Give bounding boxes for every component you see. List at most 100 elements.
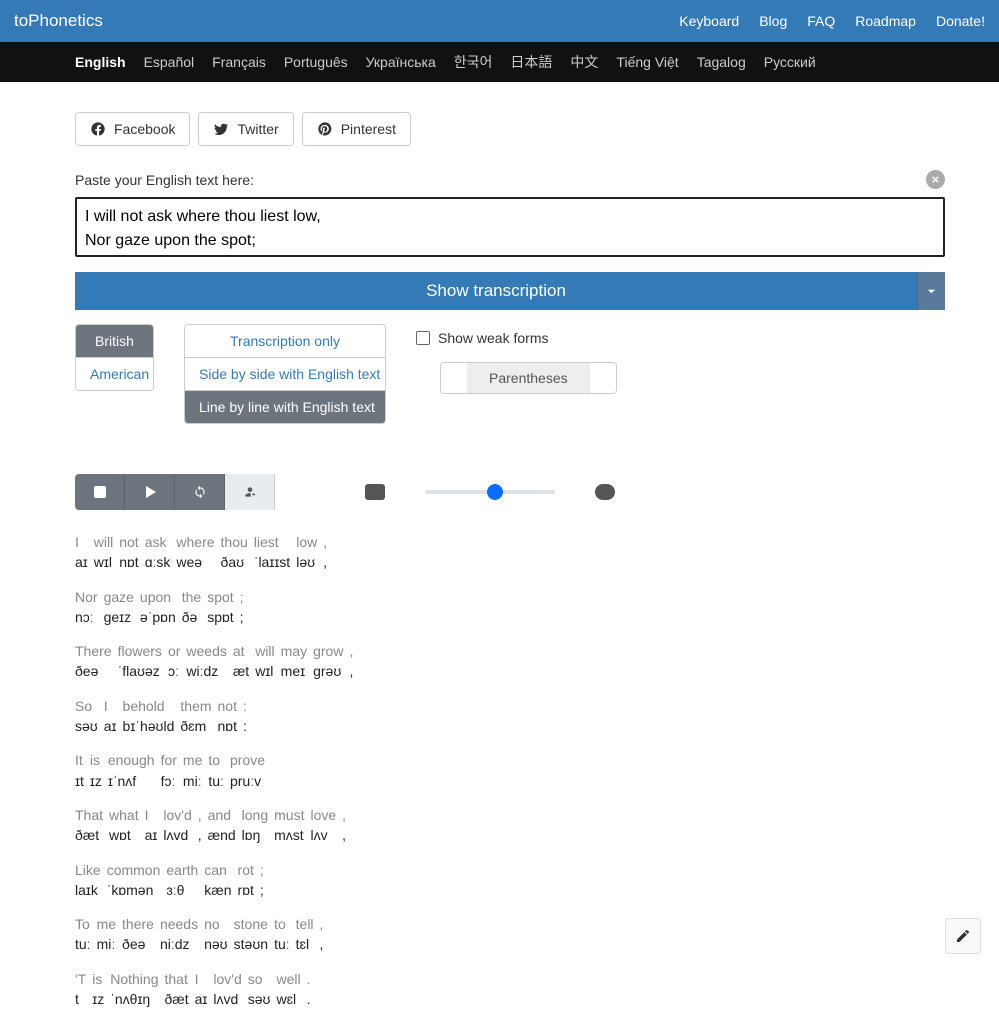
word-pair[interactable]: lovelʌv [310, 805, 336, 846]
word-pair[interactable]: memiː [183, 750, 202, 791]
word-pair[interactable]: totuː [274, 914, 290, 955]
word-pair[interactable]: ,, [198, 805, 202, 846]
word-pair[interactable]: notnɒt [218, 696, 237, 737]
slider-thumb[interactable] [487, 484, 503, 500]
word-pair[interactable]: provepruːv [230, 750, 265, 791]
layout-option[interactable]: Line by line with English text [185, 391, 385, 423]
share-twitter-button[interactable]: Twitter [198, 112, 293, 146]
stop-button[interactable] [75, 474, 125, 510]
word-pair[interactable]: lowləʊ [296, 532, 317, 573]
brand-logo[interactable]: toPhonetics [14, 11, 103, 31]
word-pair[interactable]: growɡrəʊ [313, 641, 343, 682]
word-pair[interactable]: willwɪl [94, 532, 113, 573]
lang-link[interactable]: Français [212, 54, 266, 70]
parentheses-group[interactable]: Parentheses [440, 362, 617, 394]
word-pair[interactable]: stonestəʊn [234, 914, 268, 955]
word-pair[interactable]: isɪz [90, 750, 102, 791]
lang-link[interactable]: Português [284, 54, 348, 70]
word-pair[interactable]: isɪz [92, 969, 104, 1010]
lang-link[interactable]: Tagalog [697, 54, 746, 70]
lang-link[interactable]: English [75, 54, 126, 70]
word-pair[interactable]: Thereðeə [75, 641, 112, 682]
lang-link[interactable]: Español [144, 54, 195, 70]
word-pair[interactable]: weedswiːdz [186, 641, 226, 682]
word-pair[interactable]: notnɒt [119, 532, 138, 573]
show-transcription-dropdown[interactable] [917, 272, 945, 310]
show-transcription-button[interactable]: Show transcription [75, 272, 917, 310]
layout-option[interactable]: Transcription only [185, 325, 385, 358]
word-pair[interactable]: whereweə [176, 532, 214, 573]
word-pair[interactable]: lov'dlʌvd [163, 805, 191, 846]
word-pair[interactable]: Nothingˈnʌθɪŋ [110, 969, 158, 1010]
word-pair[interactable]: Iaɪ [145, 805, 158, 846]
top-link-blog[interactable]: Blog [759, 13, 787, 29]
word-pair[interactable]: Likelaɪk [75, 860, 101, 901]
word-pair[interactable]: Iaɪ [195, 969, 208, 1010]
word-pair[interactable]: Itɪt [75, 750, 84, 791]
voice-extra-button[interactable] [275, 474, 325, 510]
word-pair[interactable]: thouðaʊ [221, 532, 248, 573]
word-pair[interactable]: uponəˈpɒn [140, 587, 176, 628]
word-pair[interactable]: sosəʊ [248, 969, 271, 1010]
word-pair[interactable]: lov'dlʌvd [213, 969, 241, 1010]
word-pair[interactable]: longlɒŋ [242, 805, 268, 846]
word-pair[interactable]: rotrɒt [238, 860, 254, 901]
lang-link[interactable]: Tiếng Việt [616, 54, 678, 70]
word-pair[interactable]: 'Tt [75, 969, 86, 1010]
word-pair[interactable]: forfɔː [161, 750, 177, 791]
word-pair[interactable]: Totuː [75, 914, 91, 955]
top-link-roadmap[interactable]: Roadmap [855, 13, 916, 29]
weak-forms-toggle[interactable]: Show weak forms [416, 330, 617, 346]
voice-button[interactable] [225, 474, 275, 510]
word-pair[interactable]: totuː [208, 750, 224, 791]
word-pair[interactable]: telltɛl [296, 914, 314, 955]
word-pair[interactable]: needsniːdz [160, 914, 198, 955]
top-link-donate[interactable]: Donate! [936, 13, 985, 29]
top-link-keyboard[interactable]: Keyboard [679, 13, 739, 29]
word-pair[interactable]: thereðeə [122, 914, 154, 955]
lang-link[interactable]: 한국어 [454, 52, 493, 72]
word-pair[interactable]: atæt [233, 641, 249, 682]
word-pair[interactable]: Thatðæt [75, 805, 103, 846]
word-pair[interactable]: enoughɪˈnʌf [108, 750, 155, 791]
word-pair[interactable]: Iaɪ [104, 696, 117, 737]
word-pair[interactable]: gazeɡeɪz [104, 587, 134, 628]
word-pair[interactable]: mustmʌst [274, 805, 304, 846]
play-button[interactable] [125, 474, 175, 510]
word-pair[interactable]: wellwɛl [277, 969, 301, 1010]
word-pair[interactable]: spotspɒt [207, 587, 233, 628]
word-pair[interactable]: memiː [97, 914, 116, 955]
lang-link[interactable]: 日本語 [510, 52, 552, 72]
word-pair[interactable]: andænd [208, 805, 236, 846]
word-pair[interactable]: themðɛm [180, 696, 211, 737]
word-pair[interactable]: liestˈlaɪɪst [254, 532, 290, 573]
word-pair[interactable]: cankæn [204, 860, 231, 901]
dialect-british[interactable]: British [76, 325, 153, 358]
word-pair[interactable]: maymeɪ [281, 641, 307, 682]
clear-input-button[interactable] [926, 170, 945, 189]
word-pair[interactable]: flowersˈflaʊəz [118, 641, 162, 682]
word-pair[interactable]: beholdbɪˈhəʊld [123, 696, 175, 737]
word-pair[interactable]: Iaɪ [75, 532, 88, 573]
loop-button[interactable] [175, 474, 225, 510]
word-pair[interactable]: thatðæt [164, 969, 188, 1010]
speed-slider[interactable] [425, 490, 555, 494]
word-pair[interactable]: Sosəʊ [75, 696, 98, 737]
top-link-faq[interactable]: FAQ [807, 13, 835, 29]
share-facebook-button[interactable]: Facebook [75, 112, 190, 146]
lang-link[interactable]: Русский [764, 54, 816, 70]
word-pair[interactable]: willwɪl [255, 641, 274, 682]
word-pair[interactable]: nonəʊ [204, 914, 228, 955]
word-pair[interactable]: commonˈkɒmən [107, 860, 161, 901]
share-pinterest-button[interactable]: Pinterest [302, 112, 411, 146]
lang-link[interactable]: 中文 [570, 52, 598, 72]
word-pair[interactable]: whatwɒt [109, 805, 139, 846]
word-pair[interactable]: Nornɔː [75, 587, 98, 628]
word-pair[interactable]: askɑːsk [145, 532, 171, 573]
word-pair[interactable]: earthɜːθ [166, 860, 198, 901]
dialect-american[interactable]: American [76, 358, 153, 390]
word-pair[interactable]: orɔː [168, 641, 180, 682]
text-input[interactable] [75, 197, 945, 257]
word-pair[interactable]: theðə [182, 587, 201, 628]
edit-button[interactable] [945, 918, 981, 954]
